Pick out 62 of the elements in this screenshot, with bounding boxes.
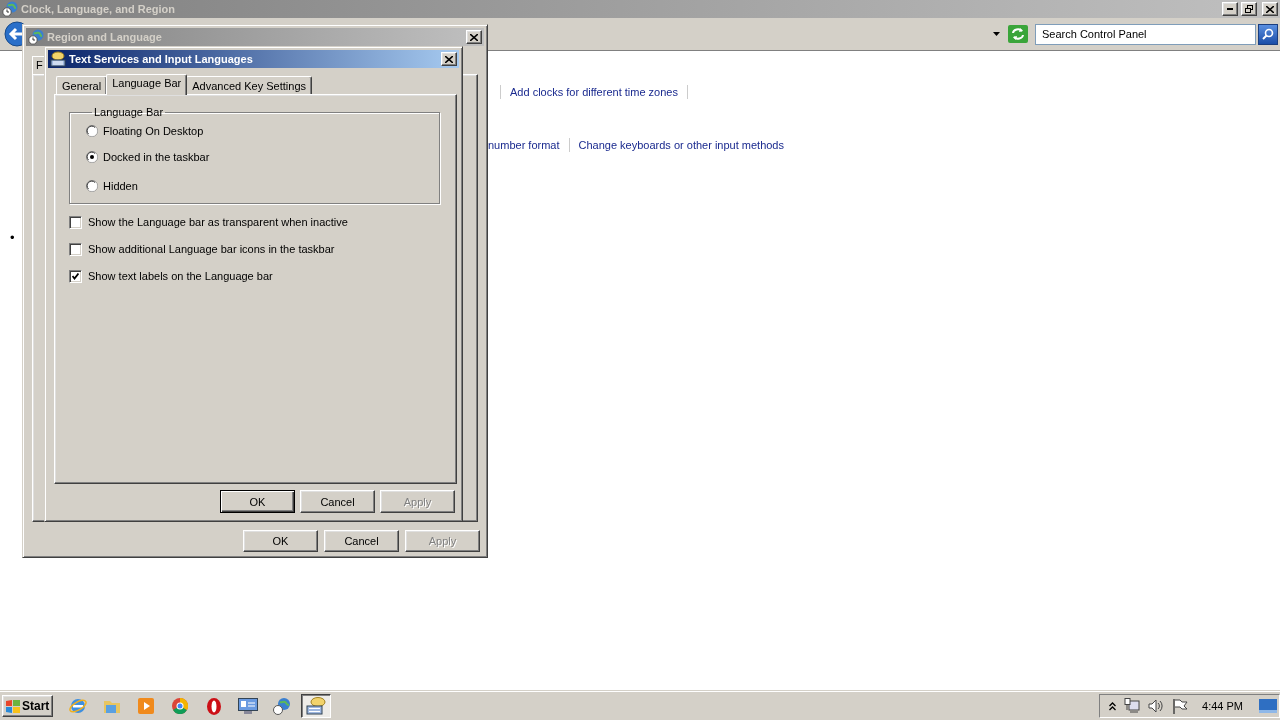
keyboard-icon xyxy=(306,697,326,715)
close-button[interactable] xyxy=(441,52,457,66)
link[interactable]: Add clocks for different time zones xyxy=(500,84,688,99)
window-title: Region and Language xyxy=(47,31,163,43)
radio-label: Floating On Desktop xyxy=(103,125,204,137)
minimize-button[interactable] xyxy=(1222,2,1238,16)
start-button[interactable]: Start xyxy=(2,695,53,717)
globe-icon xyxy=(273,697,291,715)
network-icon[interactable] xyxy=(1124,698,1141,714)
window-title: Text Services and Input Languages xyxy=(69,53,254,65)
speaker-icon[interactable] xyxy=(1148,698,1165,714)
keyboard-icon xyxy=(50,51,66,67)
media-player-icon xyxy=(138,698,154,714)
folder-icon xyxy=(103,698,121,714)
refresh-icon[interactable] xyxy=(1008,25,1028,43)
radio-label: Docked in the taskbar xyxy=(103,151,210,163)
radio-button[interactable] xyxy=(86,125,98,137)
dialog-button[interactable]: OK xyxy=(243,530,318,552)
dialog-button[interactable]: Cancel xyxy=(300,490,375,513)
dialog-button[interactable]: OK xyxy=(220,490,295,513)
monitor-icon xyxy=(238,698,258,714)
radio-button[interactable] xyxy=(86,151,98,163)
browser-icon xyxy=(69,697,87,715)
dialog-button[interactable]: Cancel xyxy=(324,530,399,552)
dropdown-icon[interactable] xyxy=(993,32,1000,36)
window-title: Clock, Language, and Region xyxy=(21,3,177,15)
checkbox[interactable] xyxy=(69,269,82,283)
tab[interactable]: Advanced Key Settings xyxy=(186,76,312,94)
taskbar-button[interactable] xyxy=(301,694,331,718)
close-icon xyxy=(445,55,453,63)
checkbox-label: Show additional Language bar icons in the taskbar xyxy=(88,243,335,255)
tab[interactable]: General xyxy=(56,76,108,94)
radio-button[interactable] xyxy=(86,180,98,192)
close-icon xyxy=(470,33,478,41)
radio-label: Hidden xyxy=(103,180,138,192)
restore-button[interactable] xyxy=(1241,2,1257,16)
ring-icon xyxy=(207,697,221,715)
search-icon xyxy=(1262,28,1274,40)
checkbox[interactable] xyxy=(69,242,82,256)
browser-icon xyxy=(172,698,188,714)
clock-text[interactable]: 4:44 PM xyxy=(1202,700,1243,712)
close-button[interactable] xyxy=(466,30,482,44)
chevron-icon[interactable] xyxy=(1109,701,1117,711)
bullet: • xyxy=(10,231,16,245)
search-field[interactable]: Search Control Panel xyxy=(1035,23,1256,45)
windows-logo-icon xyxy=(6,699,20,713)
flag-icon[interactable] xyxy=(1172,698,1189,714)
tab[interactable]: Language Bar xyxy=(106,74,188,95)
checkbox-label: Show the Language bar as transparent when inactive xyxy=(88,216,348,228)
group-title: Language Bar xyxy=(93,106,165,118)
globe-icon xyxy=(2,1,18,17)
link[interactable]: Change keyboards or other input methods xyxy=(568,137,793,152)
minimize-icon xyxy=(1227,8,1233,10)
checkbox-label: Show text labels on the Language bar xyxy=(88,270,273,282)
close-button[interactable] xyxy=(1262,2,1278,16)
checkbox[interactable] xyxy=(69,215,82,229)
restore-icon xyxy=(1245,5,1253,13)
link[interactable]: number format xyxy=(488,137,569,152)
close-icon xyxy=(1266,5,1274,13)
globe-icon xyxy=(28,29,44,45)
search-button[interactable] xyxy=(1258,23,1278,45)
check-icon xyxy=(72,272,79,280)
